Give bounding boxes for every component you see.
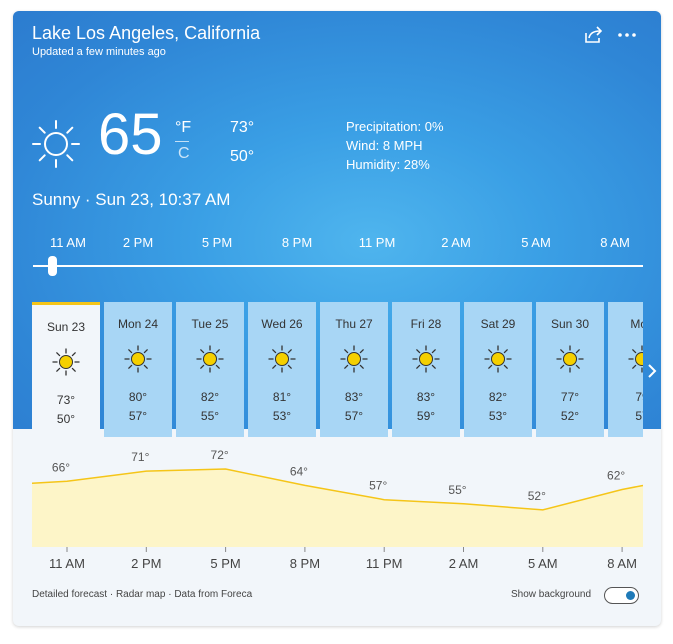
day-name: Mon 24 xyxy=(117,317,159,331)
day-high: 83° xyxy=(416,390,436,404)
day-low: 50° xyxy=(56,412,76,426)
day-tile[interactable]: Sun 23 73° 50° xyxy=(32,302,100,437)
day-tile[interactable]: Mon 24 80° 57° xyxy=(104,302,172,437)
sun-icon xyxy=(124,345,152,378)
footer-links: Detailed forecast · Radar map · Data fro… xyxy=(32,589,252,600)
time-tick-label: 5 PM xyxy=(210,556,240,569)
day-high: 82° xyxy=(200,390,220,404)
day-low: 55° xyxy=(200,409,220,423)
day-high: 82° xyxy=(488,390,508,404)
sun-icon xyxy=(52,348,80,381)
temperature-label: 72° xyxy=(211,448,229,462)
hour-label: 5 AM xyxy=(521,235,551,250)
sun-icon xyxy=(412,345,440,378)
time-tick-label: 2 PM xyxy=(131,556,161,569)
temperature-label: 71° xyxy=(131,450,149,464)
humidity-text: Humidity: 28% xyxy=(346,157,430,172)
time-tick-label: 5 AM xyxy=(528,556,558,569)
day-tile[interactable]: Tue 25 82° 55° xyxy=(176,302,244,437)
day-low: 57° xyxy=(128,409,148,423)
day-name: Sat 29 xyxy=(480,317,516,331)
separator: · xyxy=(168,589,172,600)
hour-label: 2 PM xyxy=(122,235,154,250)
time-tick-label: 8 PM xyxy=(290,556,320,569)
day-name: Mon xyxy=(630,317,643,331)
unit-divider xyxy=(175,141,189,142)
sun-icon xyxy=(31,119,81,174)
sun-icon xyxy=(340,345,368,378)
day-low: 53° xyxy=(272,409,292,423)
day-low: 57 xyxy=(635,409,643,423)
temperature-label: 52° xyxy=(528,489,546,503)
radar-map-link[interactable]: Radar map xyxy=(116,589,165,600)
hour-label: 2 AM xyxy=(441,235,471,250)
unit-celsius[interactable]: C xyxy=(178,145,190,163)
daily-forecast-strip: Sun 23 73° 50° Mon 24 80° 57° Tue 25 82°… xyxy=(32,302,643,437)
temperature-label: 66° xyxy=(52,460,70,474)
show-background-label: Show background xyxy=(511,589,592,600)
time-tick-label: 2 AM xyxy=(449,556,479,569)
day-name: Fri 28 xyxy=(410,317,442,331)
hour-label: 8 AM xyxy=(600,235,630,250)
day-low: 57° xyxy=(344,409,364,423)
temperature-label: 64° xyxy=(290,464,308,478)
day-tile[interactable]: Mon 79 57 xyxy=(608,302,643,437)
today-high: 73° xyxy=(230,119,255,136)
current-temperature: 65 xyxy=(98,102,163,167)
time-tick-label: 11 AM xyxy=(49,556,85,569)
wind-text: Wind: 8 MPH xyxy=(346,138,423,153)
today-low: 50° xyxy=(230,148,255,165)
updated-text: Updated a few minutes ago xyxy=(32,46,166,58)
day-name: Tue 25 xyxy=(191,317,229,331)
weather-card: Lake Los Angeles, California Updated a f… xyxy=(13,11,661,626)
sun-icon xyxy=(268,345,296,378)
day-tile[interactable]: Fri 28 83° 59° xyxy=(392,302,460,437)
day-high: 73° xyxy=(56,393,76,407)
sun-icon xyxy=(556,345,584,378)
toggle-knob xyxy=(626,591,635,600)
hour-label: 11 AM xyxy=(50,235,86,250)
day-low: 52° xyxy=(560,409,580,423)
chevron-right-icon[interactable] xyxy=(645,361,659,381)
condition-text: Sunny · Sun 23, 10:37 AM xyxy=(32,190,231,209)
sun-icon xyxy=(628,345,643,378)
day-name: Thu 27 xyxy=(335,317,373,331)
hourly-temperature-chart: 66° 71° 72° 64° 57° 55° 52° 62° 11 AM 2 PM 5 PM 8 P… xyxy=(32,448,643,569)
hour-label: 5 PM xyxy=(201,235,233,250)
day-tile[interactable]: Sun 30 77° 52° xyxy=(536,302,604,437)
day-tile[interactable]: Thu 27 83° 57° xyxy=(320,302,388,437)
sun-icon xyxy=(484,345,512,378)
day-low: 53° xyxy=(488,409,508,423)
hour-label: 11 PM xyxy=(358,235,396,250)
separator: · xyxy=(109,589,114,600)
day-low: 59° xyxy=(416,409,436,423)
day-high: 83° xyxy=(344,390,364,404)
hourly-slider-track[interactable] xyxy=(33,265,643,267)
temperature-label: 57° xyxy=(369,479,387,493)
day-name: Wed 26 xyxy=(261,317,303,331)
hourly-slider-thumb[interactable] xyxy=(48,256,57,276)
precipitation-text: Precipitation: 0% xyxy=(346,119,444,134)
temperature-label: 62° xyxy=(607,468,625,482)
day-name: Sun 23 xyxy=(46,320,86,334)
more-options-icon[interactable] xyxy=(616,25,638,45)
day-tile[interactable]: Sat 29 82° 53° xyxy=(464,302,532,437)
hour-label: 8 PM xyxy=(281,235,313,250)
temperature-label: 55° xyxy=(448,483,466,497)
time-tick-label: 11 PM xyxy=(366,556,403,569)
day-name: Sun 30 xyxy=(550,317,590,331)
sun-icon xyxy=(196,345,224,378)
share-icon[interactable] xyxy=(583,25,605,45)
show-background-toggle[interactable] xyxy=(604,587,639,604)
detailed-forecast-link[interactable]: Detailed forecast xyxy=(32,589,107,600)
day-high: 79 xyxy=(635,390,643,404)
location-title: Lake Los Angeles, California xyxy=(32,23,261,43)
day-high: 77° xyxy=(560,390,580,404)
day-tile[interactable]: Wed 26 81° 53° xyxy=(248,302,316,437)
unit-fahrenheit[interactable]: °F xyxy=(175,119,191,137)
day-high: 81° xyxy=(272,390,292,404)
data-source-link[interactable]: Data from Foreca xyxy=(174,589,252,600)
time-tick-label: 8 AM xyxy=(607,556,637,569)
day-high: 80° xyxy=(128,390,148,404)
